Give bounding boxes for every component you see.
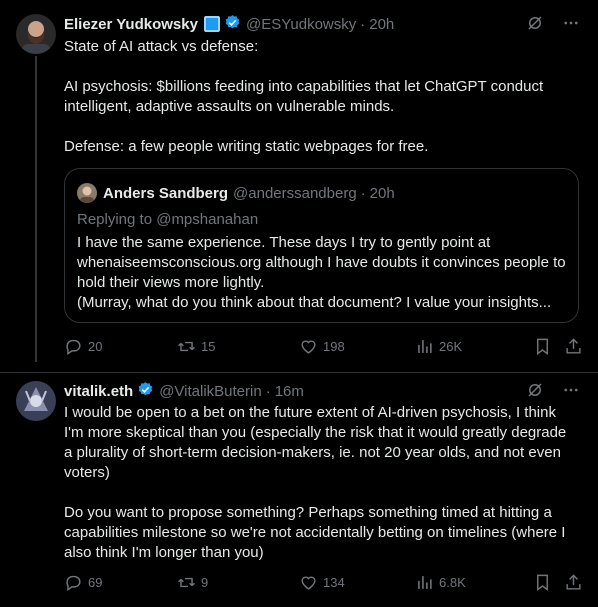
timestamp[interactable]: 20h <box>369 16 394 33</box>
post-header: vitalik.eth @VitalikButerin · 16m <box>64 381 304 401</box>
separator: · <box>265 382 271 400</box>
author-name[interactable]: vitalik.eth <box>64 383 133 400</box>
verified-badge-icon <box>224 14 241 35</box>
reply-icon <box>64 573 83 592</box>
repost-button[interactable]: 9 <box>177 573 208 592</box>
quote-text: I have the same experience. These days I… <box>77 234 566 311</box>
thread-line <box>35 56 37 362</box>
views-button[interactable]: 26K <box>415 337 462 356</box>
post-top-actions <box>526 14 580 37</box>
quote-replying-to: Replying to @mpshanahan <box>77 211 259 228</box>
quote-avatar <box>77 183 97 203</box>
reply-icon <box>64 337 83 356</box>
share-icon <box>564 573 583 592</box>
more-icon[interactable] <box>562 14 580 37</box>
reply-button[interactable]: 20 <box>64 337 102 356</box>
bookmark-icon <box>533 573 552 592</box>
views-button[interactable]: 6.8K <box>415 573 466 592</box>
quote-timestamp: 20h <box>369 184 395 202</box>
quoted-post[interactable]: Anders Sandberg @anderssandberg · 20h Re… <box>64 168 579 323</box>
grok-icon[interactable] <box>526 14 544 37</box>
share-button[interactable] <box>564 573 583 592</box>
square-badge-icon <box>203 16 220 32</box>
avatar[interactable] <box>16 14 56 54</box>
more-icon[interactable] <box>562 381 580 404</box>
separator: · <box>360 15 366 33</box>
like-count: 198 <box>323 339 345 354</box>
verified-badge-icon <box>137 381 154 402</box>
views-icon <box>415 337 434 356</box>
quote-author-handle: @anderssandberg <box>233 184 357 202</box>
post-text: I would be open to a bet on the future e… <box>64 404 567 561</box>
post-top-actions <box>526 381 580 404</box>
views-count: 26K <box>439 339 463 354</box>
repost-icon <box>177 337 196 356</box>
bookmark-button[interactable] <box>533 573 552 592</box>
post-eliezer[interactable]: Eliezer Yudkowsky @ESYudkowsky · 20h Sta… <box>0 0 598 372</box>
quote-author-name: Anders Sandberg <box>103 184 229 202</box>
like-count: 134 <box>323 575 345 590</box>
repost-button[interactable]: 15 <box>177 337 215 356</box>
repost-count: 15 <box>201 339 216 354</box>
like-icon <box>299 573 318 592</box>
reply-count: 69 <box>88 575 103 590</box>
reply-button[interactable]: 69 <box>64 573 102 592</box>
author-name[interactable]: Eliezer Yudkowsky <box>64 16 198 33</box>
post-actions: 69 9 134 6.8K <box>64 573 584 597</box>
share-icon <box>564 337 583 356</box>
post-header: Eliezer Yudkowsky @ESYudkowsky · 20h <box>64 14 394 34</box>
author-handle[interactable]: @VitalikButerin <box>159 383 262 400</box>
reply-count: 20 <box>88 339 103 354</box>
like-icon <box>299 337 318 356</box>
bookmark-icon <box>533 337 552 356</box>
timestamp[interactable]: 16m <box>275 383 304 400</box>
repost-count: 9 <box>201 575 209 590</box>
author-handle[interactable]: @ESYudkowsky <box>246 16 356 33</box>
grok-icon[interactable] <box>526 381 544 404</box>
quote-header: Anders Sandberg @anderssandberg · 20h <box>77 183 395 203</box>
post-actions: 20 15 198 26K <box>64 337 584 361</box>
views-icon <box>415 573 434 592</box>
views-count: 6.8K <box>439 575 466 590</box>
bookmark-button[interactable] <box>533 337 552 356</box>
repost-icon <box>177 573 196 592</box>
post-vitalik[interactable]: vitalik.eth @VitalikButerin · 16m I woul… <box>0 373 598 607</box>
quote-separator: · <box>360 184 366 202</box>
post-text: State of AI attack vs defense: AI psycho… <box>64 38 544 155</box>
like-button[interactable]: 134 <box>299 573 345 592</box>
avatar[interactable] <box>16 381 56 421</box>
share-button[interactable] <box>564 337 583 356</box>
like-button[interactable]: 198 <box>299 337 345 356</box>
